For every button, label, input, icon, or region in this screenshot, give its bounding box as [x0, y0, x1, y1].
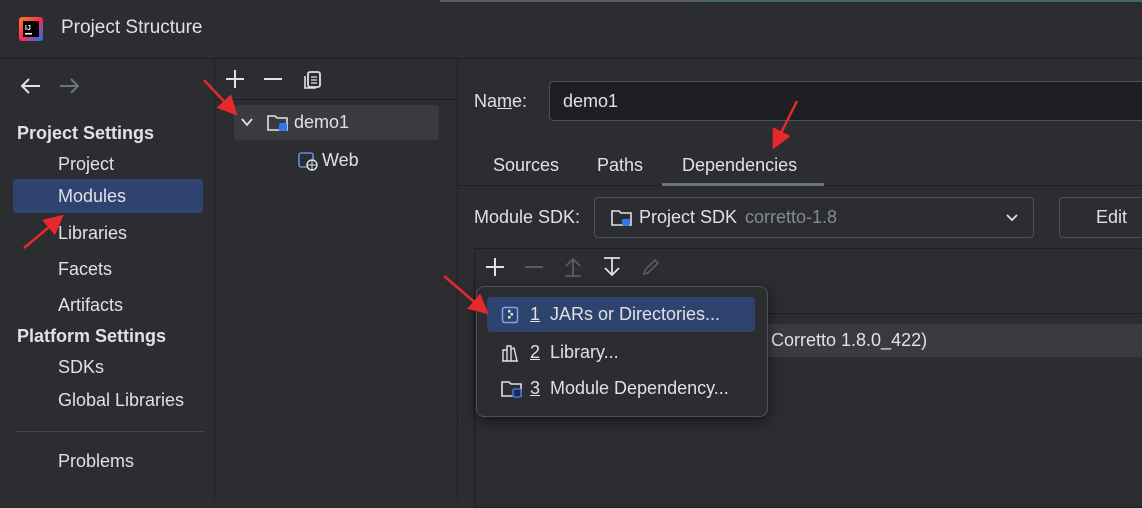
module-sdk-combobox[interactable]: Project SDK corretto-1.8: [594, 197, 1034, 238]
window-title: Project Structure: [61, 17, 203, 38]
edit-pencil-icon[interactable]: [640, 256, 662, 278]
web-facet-icon: [298, 152, 318, 171]
title-bar: IJ Project Structure: [0, 0, 1142, 59]
modules-toolbar: [215, 59, 457, 100]
popup-item-number: 1: [530, 304, 541, 324]
sdk-folder-icon: [611, 210, 632, 226]
jar-directory-icon: [501, 306, 519, 324]
sidebar-item-artifacts[interactable]: Artifacts: [13, 288, 203, 322]
add-icon[interactable]: [224, 68, 246, 90]
settings-sidebar: Project Settings Project Modules Librari…: [0, 59, 215, 501]
project-settings-heading: Project Settings: [17, 123, 155, 143]
chevron-down-icon[interactable]: [240, 116, 254, 128]
popup-item-label: JARs or Directories...: [550, 304, 721, 324]
module-name-field[interactable]: demo1: [549, 81, 1142, 121]
sidebar-item-problems[interactable]: Problems: [13, 444, 203, 478]
active-tab-indicator: [662, 183, 824, 186]
library-icon: [502, 345, 518, 362]
tree-node-demo1[interactable]: demo1: [234, 105, 439, 140]
dependency-row-sdk[interactable]: Corretto 1.8.0_422): [765, 324, 1142, 357]
add-dependency-popup: 1 JARs or Directories... 2 Library... 3 …: [476, 286, 768, 417]
tree-label-demo1: demo1: [294, 112, 350, 132]
module-name-value: demo1: [563, 91, 619, 111]
popup-item-number: 2: [530, 342, 541, 362]
add-icon[interactable]: [484, 256, 506, 278]
sidebar-item-global-libraries[interactable]: Global Libraries: [13, 383, 203, 417]
sidebar-item-sdks[interactable]: SDKs: [13, 350, 203, 384]
modules-pane: demo1 Web: [215, 59, 458, 501]
module-folder-icon: [267, 115, 288, 131]
popup-item-label: Library...: [550, 342, 619, 362]
sdk-value: Project SDK: [639, 207, 738, 227]
tab-dependencies[interactable]: Dependencies: [682, 155, 797, 176]
sidebar-divider: [16, 431, 204, 432]
svg-text:IJ: IJ: [25, 25, 31, 32]
popup-item-library[interactable]: 2 Library...: [487, 335, 755, 370]
desktop-strip: [0, 0, 1142, 2]
sidebar-item-libraries[interactable]: Libraries: [13, 216, 203, 250]
platform-settings-heading: Platform Settings: [17, 326, 167, 346]
name-mnemonic: m: [497, 91, 513, 111]
sidebar-item-modules[interactable]: Modules: [13, 179, 203, 213]
intellij-idea-logo-icon: IJ: [19, 17, 43, 41]
dependency-row-text: Corretto 1.8.0_422): [771, 330, 928, 350]
name-label: Name:: [474, 91, 528, 111]
sdk-detail: corretto-1.8: [745, 207, 838, 227]
tab-sources[interactable]: Sources: [493, 155, 559, 176]
remove-icon[interactable]: [262, 68, 284, 90]
back-arrow-icon[interactable]: [20, 77, 42, 95]
remove-icon[interactable]: [523, 256, 545, 278]
module-sdk-label: Module SDK:: [474, 207, 581, 227]
sidebar-item-facets[interactable]: Facets: [13, 252, 203, 286]
popup-item-number: 3: [530, 378, 541, 398]
move-down-icon[interactable]: [601, 256, 623, 278]
module-icon: [501, 381, 522, 398]
tab-paths[interactable]: Paths: [597, 155, 643, 176]
popup-item-module-dependency[interactable]: 3 Module Dependency...: [487, 371, 755, 406]
tree-label-web: Web: [322, 150, 359, 170]
chevron-down-icon: [1006, 214, 1018, 222]
copy-icon[interactable]: [302, 68, 324, 90]
popup-item-jars-or-directories[interactable]: 1 JARs or Directories...: [487, 297, 755, 332]
popup-item-label: Module Dependency...: [550, 378, 729, 398]
tree-node-web[interactable]: Web: [295, 148, 415, 176]
forward-arrow-icon[interactable]: [58, 77, 80, 95]
edit-sdk-button[interactable]: Edit: [1059, 197, 1142, 238]
sidebar-item-project[interactable]: Project: [13, 147, 203, 181]
move-up-icon[interactable]: [562, 256, 584, 278]
module-editor: Name: demo1 Sources Paths Dependencies M…: [458, 59, 1142, 508]
